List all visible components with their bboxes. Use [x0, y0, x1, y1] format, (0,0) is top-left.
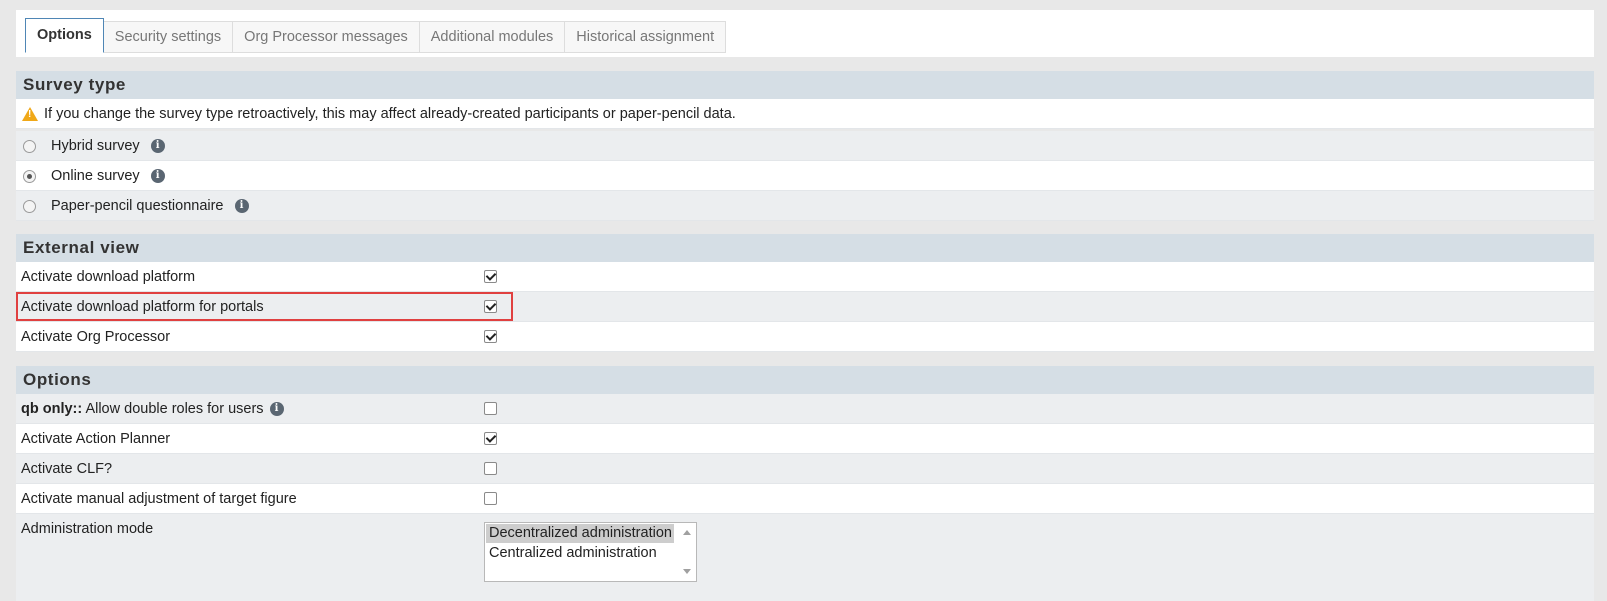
- radio-label: Hybrid survey: [51, 138, 140, 154]
- tab-historical-assignment[interactable]: Historical assignment: [565, 21, 727, 53]
- scroll-up-icon[interactable]: [683, 530, 691, 535]
- listbox-scrollbar[interactable]: [679, 523, 696, 581]
- tab-org-processor-messages[interactable]: Org Processor messages: [233, 21, 420, 53]
- tab-bar: Options Security settings Org Processor …: [16, 10, 1594, 57]
- listbox-option[interactable]: Decentralized administration: [486, 524, 674, 543]
- section-header-options: Options: [16, 366, 1594, 394]
- radio-online-survey[interactable]: [23, 169, 36, 183]
- setting-row: Activate CLF?: [16, 454, 1594, 484]
- section-header-survey-type: Survey type: [16, 71, 1594, 99]
- manual-adjustment-checkbox[interactable]: [484, 492, 497, 505]
- setting-row: qb only:: Allow double roles for users i: [16, 394, 1594, 424]
- admin-mode-listbox[interactable]: Decentralized administration Centralized…: [484, 522, 697, 582]
- listbox-option[interactable]: Centralized administration: [486, 544, 674, 563]
- setting-row: Activate manual adjustment of target fig…: [16, 484, 1594, 514]
- setting-label: Allow double roles for users: [82, 401, 264, 417]
- activate-org-processor-checkbox[interactable]: [484, 330, 497, 343]
- tab-additional-modules[interactable]: Additional modules: [419, 21, 566, 53]
- tabs: Options Security settings Org Processor …: [25, 18, 727, 53]
- setting-label: Activate CLF?: [21, 461, 113, 477]
- tab-options[interactable]: Options: [25, 18, 104, 53]
- setting-row: Activate Org Processor: [16, 322, 1594, 352]
- radio-label: Paper-pencil questionnaire: [51, 198, 224, 214]
- setting-label: Activate manual adjustment of target fig…: [21, 491, 297, 507]
- setting-row: Activate download platform: [16, 262, 1594, 292]
- activate-download-platform-checkbox[interactable]: [484, 270, 497, 283]
- radio-row-paper-pencil: Paper-pencil questionnaire i: [16, 191, 1594, 221]
- radio-hybrid-survey[interactable]: [23, 139, 36, 153]
- warning-row: ! If you change the survey type retroact…: [16, 99, 1594, 129]
- activate-action-planner-checkbox[interactable]: [484, 432, 497, 445]
- warning-text: If you change the survey type retroactiv…: [44, 106, 736, 122]
- radio-row-hybrid: Hybrid survey i: [16, 131, 1594, 161]
- info-icon[interactable]: i: [234, 199, 249, 213]
- radio-paper-pencil[interactable]: [23, 199, 36, 213]
- scroll-down-icon[interactable]: [683, 569, 691, 574]
- radio-label: Online survey: [51, 168, 140, 184]
- qb-only-prefix: qb only::: [21, 401, 83, 417]
- tab-security-settings[interactable]: Security settings: [103, 21, 234, 53]
- setting-row: Activate download platform for portals: [16, 292, 1594, 322]
- section-header-external-view: External view: [16, 234, 1594, 262]
- info-icon[interactable]: i: [269, 402, 284, 416]
- setting-row: Activate Action Planner: [16, 424, 1594, 454]
- activate-clf-checkbox[interactable]: [484, 462, 497, 475]
- activate-download-platform-portals-checkbox[interactable]: [484, 300, 497, 313]
- admin-mode-label: Administration mode: [21, 521, 154, 537]
- setting-label: Activate Org Processor: [21, 329, 171, 345]
- info-icon[interactable]: i: [150, 169, 165, 183]
- setting-label: Activate Action Planner: [21, 431, 171, 447]
- warning-icon: !: [22, 107, 38, 121]
- admin-mode-row: Administration mode: [16, 514, 1594, 601]
- allow-double-roles-checkbox[interactable]: [484, 402, 497, 415]
- info-icon[interactable]: i: [150, 139, 165, 153]
- setting-label: Activate download platform: [21, 269, 196, 285]
- setting-label: Activate download platform for portals: [21, 299, 264, 315]
- radio-row-online: Online survey i: [16, 161, 1594, 191]
